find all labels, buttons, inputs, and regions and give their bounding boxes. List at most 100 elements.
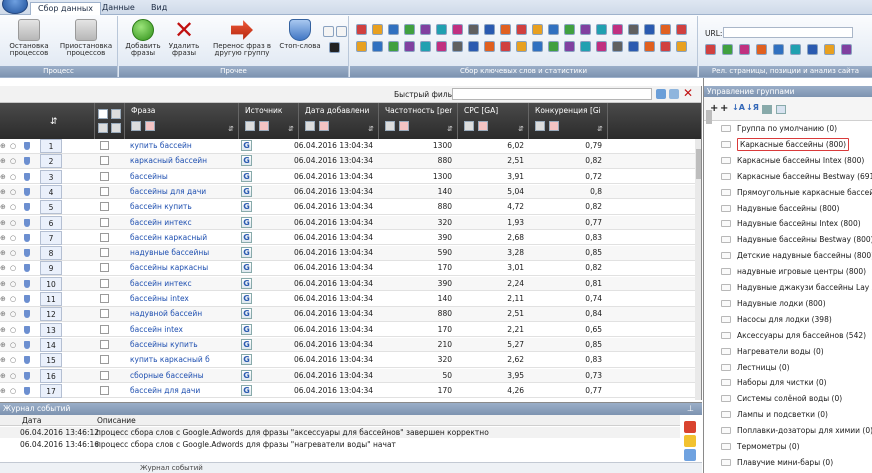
group-item[interactable]: Поплавки-дозаторы для химии (0) bbox=[718, 423, 872, 439]
phrase-cell[interactable]: бассейны bbox=[130, 170, 238, 184]
phrase-cell[interactable]: сборные бассейны bbox=[130, 369, 238, 383]
url-input[interactable] bbox=[723, 27, 853, 38]
table-row[interactable]: ⊕ ○ 3 бассейны G 06.04.2016 13:04:34 1300 3,91 0… bbox=[0, 169, 695, 185]
group-item[interactable]: Надувные бассейны (800) bbox=[718, 201, 872, 217]
table-row[interactable]: ⊕ ○ 17 бассейн для дачи G 06.04.2016 13:04:34… bbox=[0, 383, 695, 399]
collect-tool-icon[interactable] bbox=[388, 41, 399, 52]
table-row[interactable]: ⊕ ○ 1 купить бассейн G 06.04.2016 13:04:34 130… bbox=[0, 139, 695, 154]
tab-event-log[interactable]: Журнал событий bbox=[140, 463, 203, 473]
phrase-cell[interactable]: надувной бассейн bbox=[130, 307, 238, 321]
table-row[interactable]: ⊕ ○ 10 бассейн интекс G 06.04.2016 13:04:34 39… bbox=[0, 276, 695, 292]
collect-tool-icon[interactable] bbox=[452, 41, 463, 52]
group-item[interactable]: Каркасные бассейны (800) bbox=[718, 137, 872, 153]
table-row[interactable]: ⊕ ○ 13 бассейн intex G 06.04.2016 13:04:34 170… bbox=[0, 322, 695, 338]
collect-tool-icon[interactable] bbox=[676, 24, 687, 35]
collect-tool-icon[interactable] bbox=[436, 24, 447, 35]
collect-tool-icon[interactable] bbox=[596, 24, 607, 35]
collect-tool-icon[interactable] bbox=[532, 24, 543, 35]
phrase-cell[interactable]: бассейны для дачи bbox=[130, 185, 238, 199]
collect-tool-icon[interactable] bbox=[388, 24, 399, 35]
pin-icon[interactable]: ⊥ bbox=[687, 403, 694, 415]
row-checkbox[interactable] bbox=[100, 278, 109, 288]
group-item[interactable]: Лестницы (0) bbox=[718, 360, 872, 376]
table-row[interactable]: ⊕ ○ 2 каркасный бассейн G 06.04.2016 13:04:34… bbox=[0, 154, 695, 169]
phrase-cell[interactable]: бассейн интекс bbox=[130, 277, 238, 291]
collect-tool-icon[interactable] bbox=[420, 24, 431, 35]
expand-icon[interactable]: ⊕ bbox=[0, 372, 6, 380]
table-row[interactable]: ⊕ ○ 16 сборные бассейны G 06.04.2016 13:04:34… bbox=[0, 368, 695, 383]
group-item[interactable]: Каркасные бассейны Intex (800) bbox=[718, 153, 872, 169]
collect-tool-icon[interactable] bbox=[468, 41, 479, 52]
expand-icon[interactable]: ⊕ bbox=[0, 326, 6, 334]
group-item[interactable]: Аксессуары для бассейнов (542) bbox=[718, 328, 872, 344]
expand-icon[interactable]: ⊕ bbox=[0, 188, 6, 196]
collect-tool-icon[interactable] bbox=[516, 41, 527, 52]
funnel-icon[interactable] bbox=[669, 89, 679, 99]
collect-tool-icon[interactable] bbox=[676, 41, 687, 52]
collect-tool-icon[interactable] bbox=[372, 24, 383, 35]
collect-tool-icon[interactable] bbox=[628, 24, 639, 35]
collect-tool-icon[interactable] bbox=[404, 41, 415, 52]
row-checkbox[interactable] bbox=[100, 355, 109, 365]
table-row[interactable]: ⊕ ○ 5 бассейн купить G 06.04.2016 13:04:34 880… bbox=[0, 200, 695, 215]
expand-icon[interactable]: ⊕ bbox=[0, 203, 6, 211]
phrase-cell[interactable]: купить бассейн bbox=[130, 139, 238, 153]
relevance-tool-icon[interactable] bbox=[756, 44, 767, 55]
pause-processes-button[interactable]: Приостановка процессов bbox=[58, 19, 114, 57]
collect-tool-icon[interactable] bbox=[452, 24, 463, 35]
column-header[interactable]: Дата добавлени ⇵ bbox=[299, 103, 379, 139]
clear-filter-icon[interactable]: ✕ bbox=[683, 86, 693, 100]
collect-tool-icon[interactable] bbox=[596, 41, 607, 52]
groups-scrollbar[interactable] bbox=[706, 108, 713, 468]
collect-tool-icon[interactable] bbox=[548, 41, 559, 52]
table-row[interactable]: ⊕ ○ 12 надувной бассейн G 06.04.2016 13:04:34… bbox=[0, 307, 695, 322]
phrase-cell[interactable]: бассейн каркасный bbox=[130, 231, 238, 245]
group-item[interactable]: надувные игровые центры (800) bbox=[718, 264, 872, 280]
expand-icon[interactable]: ⊕ bbox=[0, 356, 6, 364]
select-all-checkbox[interactable] bbox=[98, 109, 108, 119]
group-item[interactable]: Системы солёной воды (0) bbox=[718, 391, 872, 407]
table-row[interactable]: ⊕ ○ 7 бассейн каркасный G 06.04.2016 13:04:34… bbox=[0, 230, 695, 246]
row-checkbox[interactable] bbox=[100, 171, 109, 181]
collect-tool-icon[interactable] bbox=[500, 41, 511, 52]
relevance-tool-icon[interactable] bbox=[824, 44, 835, 55]
group-item[interactable]: Детские надувные бассейны (800) bbox=[718, 248, 872, 264]
collect-tool-icon[interactable] bbox=[372, 41, 383, 52]
add-phrases-button[interactable]: Добавить фразы bbox=[124, 19, 162, 57]
row-checkbox[interactable] bbox=[100, 385, 109, 395]
quick-filter-input[interactable] bbox=[452, 88, 652, 100]
row-checkbox[interactable] bbox=[100, 263, 109, 273]
group-item[interactable]: Каркасные бассейны Bestway (691) bbox=[718, 169, 872, 185]
expand-icon[interactable]: ⊕ bbox=[0, 310, 6, 318]
table-row[interactable]: ⊕ ○ 6 бассейн интекс G 06.04.2016 13:04:34 320… bbox=[0, 215, 695, 230]
phrase-cell[interactable]: бассейн купить bbox=[130, 200, 238, 214]
phrase-cell[interactable]: бассейны каркасны bbox=[130, 261, 238, 275]
phrase-cell[interactable]: бассейн для дачи bbox=[130, 384, 238, 398]
collect-tool-icon[interactable] bbox=[436, 41, 447, 52]
grid-scrollbar[interactable] bbox=[695, 139, 701, 400]
scroll-thumb[interactable] bbox=[696, 149, 701, 179]
move-phrases-button[interactable]: Перенос фраз в другую группу bbox=[209, 19, 275, 57]
phrase-cell[interactable]: бассейны купить bbox=[130, 338, 238, 352]
expand-icon[interactable]: ⊕ bbox=[0, 173, 6, 181]
column-filter-icons[interactable] bbox=[535, 121, 563, 133]
sort-desc-icon[interactable]: ↓Я bbox=[746, 103, 759, 112]
warning-icon[interactable] bbox=[684, 435, 696, 447]
table-row[interactable]: ⊕ ○ 9 бассейны каркасны G 06.04.2016 13:04:34… bbox=[0, 261, 695, 276]
row-checkbox[interactable] bbox=[100, 232, 109, 242]
column-filter-icons[interactable] bbox=[464, 121, 492, 133]
filter-settings-icon[interactable] bbox=[656, 89, 666, 99]
phrase-cell[interactable]: надувные бассейны bbox=[130, 246, 238, 260]
phrase-cell[interactable]: каркасный бассейн bbox=[130, 154, 238, 168]
row-checkbox[interactable] bbox=[100, 248, 109, 258]
rename-icon[interactable] bbox=[762, 105, 772, 114]
collect-tool-icon[interactable] bbox=[500, 24, 511, 35]
relevance-tool-icon[interactable] bbox=[739, 44, 750, 55]
undo-icon[interactable] bbox=[323, 26, 334, 37]
tab-data[interactable]: Данные bbox=[95, 2, 142, 15]
collect-tool-icon[interactable] bbox=[644, 24, 655, 35]
collect-tool-icon[interactable] bbox=[564, 41, 575, 52]
column-header[interactable]: CPC [GA] ⇵ bbox=[458, 103, 529, 139]
table-row[interactable]: ⊕ ○ 11 бассейны intex G 06.04.2016 13:04:34 14… bbox=[0, 292, 695, 307]
group-item[interactable]: Группа по умолчанию (0) bbox=[718, 121, 872, 137]
